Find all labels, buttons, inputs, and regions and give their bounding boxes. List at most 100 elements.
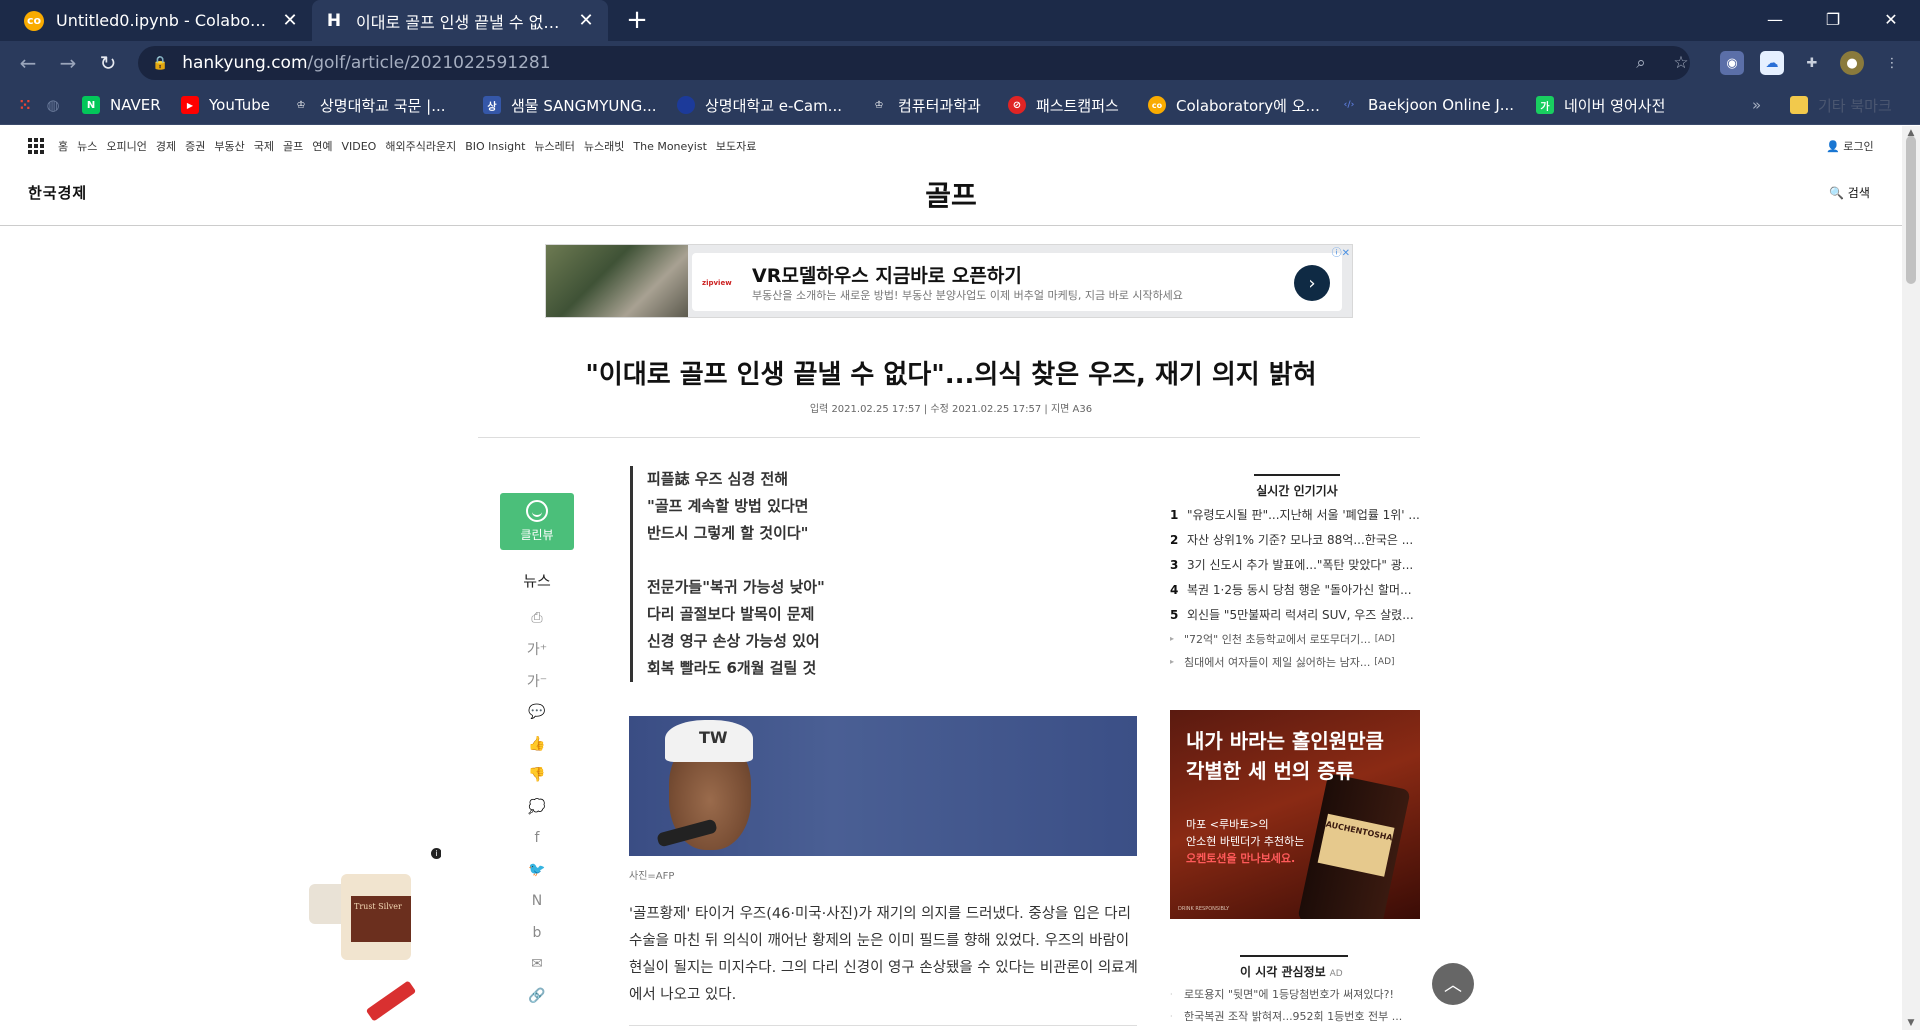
interest-item[interactable]: · 한국복권 조작 밝혀져...952회 1등번호 전부 ... (1170, 1005, 1420, 1027)
whisky-ad[interactable]: AUCHENTOSHAN 내가 바라는 홀인원만큼 각별한 세 번의 증류 마포… (1170, 710, 1420, 919)
nav-item[interactable]: VIDEO (341, 140, 376, 153)
scroll-to-top-button[interactable]: ︿ (1432, 963, 1474, 1005)
ad-info-icon[interactable]: i (431, 848, 441, 859)
site-header: 홈 뉴스 오피니언 경제 증권 부동산 국제 골프 연예 VIDEO 해외주식라… (0, 126, 1902, 226)
forward-button[interactable]: → (54, 49, 82, 77)
search-button[interactable]: 🔍 검색 (1829, 184, 1870, 201)
link-icon[interactable]: 🔗 (524, 983, 550, 1008)
thumbs-down-icon[interactable]: 👎 (524, 763, 550, 788)
popular-item[interactable]: 5 외신들 "5만불짜리 럭셔리 SUV, 우즈 살렸... (1170, 602, 1420, 627)
ad-brand: zipview (702, 279, 732, 287)
popular-item[interactable]: 3 3기 신도시 추가 발표에..."폭탄 맞았다" 광... (1170, 552, 1420, 577)
window-close-button[interactable]: ✕ (1862, 0, 1920, 38)
reload-button[interactable]: ↻ (94, 49, 122, 77)
interest-title-text: 이 시각 관심정보 (1240, 965, 1326, 979)
tab-hankyung[interactable]: H 이대로 골프 인생 끝낼 수 없다... ✕ (312, 0, 608, 41)
bookmark-star-icon[interactable]: ☆ (1668, 50, 1694, 76)
rank-number: 2 (1170, 532, 1179, 547)
left-floating-ad[interactable]: Trust Silver i (309, 848, 441, 1030)
new-tab-button[interactable]: + (622, 6, 652, 36)
ad-arrow-button[interactable]: › (1294, 265, 1330, 301)
bookmark-baekjoon[interactable]: ‹/› Baekjoon Online J... (1340, 94, 1514, 116)
sponsored-item[interactable]: ▸ "72억" 인천 초등학교에서 로또무더기... [AD] (1170, 627, 1420, 650)
nav-item[interactable]: 보도자료 (716, 138, 756, 154)
colab-icon: co (24, 10, 44, 31)
bookmark-naver[interactable]: N NAVER (82, 94, 161, 116)
print-icon[interactable]: ⎙ (524, 605, 550, 630)
bookmarks-overflow-button[interactable]: » (1752, 94, 1761, 116)
popular-item[interactable]: 4 복권 1·2등 동시 당첨 행운 "돌아가신 할머... (1170, 577, 1420, 602)
thumbs-up-icon[interactable]: 👍 (524, 731, 550, 756)
scroll-down-arrow[interactable]: ▼ (1902, 1018, 1920, 1028)
bookmark-label: 패스트캠퍼스 (1036, 96, 1119, 115)
band-icon[interactable]: b (524, 920, 550, 945)
ad-cta: 오켄토션을 만나보세요. (1186, 852, 1296, 865)
bookmark-apps[interactable]: ⁙ (16, 94, 44, 116)
nav-item[interactable]: 증권 (185, 138, 205, 154)
other-bookmarks[interactable]: 기타 북마크 (1790, 94, 1892, 116)
bookmark-fastcampus[interactable]: ⊘ 패스트캠퍼스 (1008, 94, 1119, 116)
bookmark-sangmyung[interactable]: ♔ 상명대학교 국문 |... (292, 94, 446, 116)
bookmark-samul[interactable]: 상 샘물 SANGMYUNG... (483, 94, 657, 116)
clean-view-button[interactable]: 클린뷰 (500, 493, 574, 550)
nav-item[interactable]: 부동산 (214, 138, 244, 154)
nav-item[interactable]: 홈 (58, 138, 68, 154)
scrollbar-thumb[interactable] (1906, 136, 1916, 284)
nav-item[interactable]: 골프 (283, 138, 303, 154)
talk-icon[interactable]: 💭 (524, 794, 550, 819)
comment-icon[interactable]: 💬 (524, 700, 550, 725)
extensions-puzzle-icon[interactable]: ✚ (1800, 51, 1824, 75)
nav-item[interactable]: 뉴스 (77, 138, 97, 154)
cloud-extension-icon[interactable]: ☁ (1760, 51, 1784, 75)
ad-close-icon[interactable]: ⓘ✕ (1332, 244, 1350, 259)
ad-sub-line: 마포 <루바토>의 (1186, 818, 1269, 831)
mail-icon[interactable]: ✉ (524, 952, 550, 977)
profile-avatar[interactable]: ● (1840, 51, 1864, 75)
naver-blog-icon[interactable]: N (524, 889, 550, 914)
article-photo[interactable]: TW (629, 716, 1137, 856)
popular-item[interactable]: 2 자산 상위1% 기준? 모나코 88억...한국은 ... (1170, 527, 1420, 552)
section-title[interactable]: 골프 (0, 174, 1902, 214)
twitter-icon[interactable]: 🐦 (524, 857, 550, 882)
zoom-icon[interactable]: ⌕ (1628, 50, 1654, 76)
nav-item[interactable]: 연예 (312, 138, 332, 154)
bookmark-cs-dept[interactable]: ♔ 컴퓨터과학과 (870, 94, 981, 116)
nav-item[interactable]: BIO Insight (465, 140, 525, 153)
page-scrollbar[interactable]: ▲ ▼ (1902, 126, 1920, 1030)
address-bar[interactable]: 🔒 hankyung.com /golf/article/20210225912… (138, 46, 1690, 80)
nav-item[interactable]: 뉴스래빗 (584, 138, 624, 154)
ad-headline: 내가 바라는 홀인원만큼 각별한 세 번의 증류 (1186, 726, 1384, 786)
summary-line: 다리 골절보다 발목이 문제 (647, 605, 815, 623)
nav-item[interactable]: 뉴스레터 (534, 138, 574, 154)
sponsored-item[interactable]: ▸ 침대에서 여자들이 제일 싫어하는 남자... [AD] (1170, 650, 1420, 673)
bookmark-youtube[interactable]: ▶ YouTube (181, 94, 270, 116)
popular-item[interactable]: 1 "유령도시될 판"...지난해 서울 '폐업률 1위' ... (1170, 502, 1420, 527)
restore-button[interactable]: ❐ (1804, 0, 1862, 38)
interest-item[interactable]: · 로또용지 "뒷면"에 1등당첨번호가 써져있다?! (1170, 983, 1420, 1005)
naver-dict-icon: 가 (1536, 96, 1554, 114)
tab-colab[interactable]: co Untitled0.ipynb - Colaboratory ✕ (12, 0, 312, 41)
nav-item[interactable]: 경제 (156, 138, 176, 154)
back-button[interactable]: ← (14, 49, 42, 77)
bookmark-ecampus[interactable]: 상명대학교 e-Cam... (677, 94, 842, 116)
bookmark-naver-dict[interactable]: 가 네이버 영어사전 (1536, 94, 1665, 116)
samul-icon: 상 (483, 96, 501, 114)
close-tab-icon[interactable]: ✕ (280, 10, 300, 31)
menu-kebab-icon[interactable]: ⋮ (1880, 51, 1904, 75)
bookmark-colab[interactable]: co Colaboratory에 오... (1148, 94, 1320, 116)
summary-line: 반드시 그렇게 할 것이다" (647, 524, 809, 542)
font-up-icon[interactable]: 가⁺ (524, 637, 550, 662)
all-menu-icon[interactable] (28, 138, 44, 154)
top-ad-banner[interactable]: zipview VR모델하우스 지금바로 오픈하기 부동산을 소개하는 새로운 … (545, 244, 1353, 318)
nav-item[interactable]: 해외주식라운지 (385, 138, 456, 154)
minimize-button[interactable]: — (1746, 0, 1804, 38)
extension-icon[interactable]: ◉ (1720, 51, 1744, 75)
font-down-icon[interactable]: 가⁻ (524, 668, 550, 693)
nav-item[interactable]: 오피니언 (106, 138, 146, 154)
close-tab-icon[interactable]: ✕ (576, 10, 596, 31)
nav-item[interactable]: 국제 (254, 138, 274, 154)
nav-item[interactable]: The Moneyist (633, 140, 707, 153)
bookmark-globe[interactable]: ◍ (44, 94, 72, 116)
facebook-icon[interactable]: f (524, 826, 550, 851)
login-link[interactable]: 👤 로그인 (1826, 138, 1874, 154)
